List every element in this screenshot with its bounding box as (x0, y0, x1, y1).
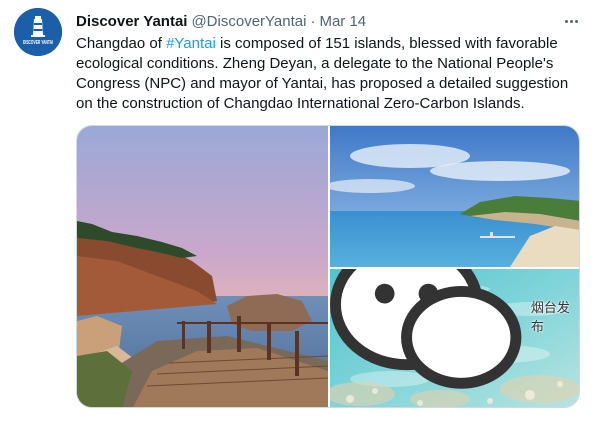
text-segment: ecological conditions. Zheng Deyan, a de… (76, 55, 554, 72)
avatar-lighthouse-icon: DISCOVER YANTAI (14, 8, 62, 56)
text-segment: on the construction of Changdao Internat… (76, 95, 525, 112)
media-grid: 烟台发布 (76, 125, 580, 408)
tweet-text-line: Changdao of #Yantai is composed of 151 i… (76, 34, 586, 54)
wechat-icon (330, 269, 522, 389)
more-icon-dot (574, 19, 578, 23)
text-segment: Congress (NPC) and mayor of Yantai, has … (76, 75, 569, 92)
more-icon-dot (569, 19, 573, 23)
user-handle[interactable]: @DiscoverYantai (191, 13, 306, 30)
watermark-text: 烟台发布 (530, 299, 570, 334)
tweet-date[interactable]: Mar 14 (319, 13, 366, 30)
avatar-text: DISCOVER YANTAI (23, 40, 53, 46)
coastline-image (330, 126, 579, 267)
tweet-header: Discover Yantai @DiscoverYantai · Mar 14 (76, 10, 581, 32)
separator-dot: · (310, 12, 316, 30)
watermark: 烟台发布 (330, 269, 573, 403)
display-name[interactable]: Discover Yantai (76, 13, 187, 30)
photo-coastline[interactable] (330, 126, 579, 267)
tweet-text-line: on the construction of Changdao Internat… (76, 94, 586, 114)
tweet-text-line: ecological conditions. Zheng Deyan, a de… (76, 54, 586, 74)
tweet-text: Changdao of #Yantai is composed of 151 i… (76, 34, 586, 114)
more-icon-dot (564, 19, 568, 23)
boardwalk-image (77, 126, 328, 407)
avatar[interactable]: DISCOVER YANTAI (14, 8, 62, 56)
hashtag-link[interactable]: #Yantai (166, 35, 216, 52)
text-segment: is composed of 151 islands, blessed with… (215, 35, 558, 52)
more-options-button[interactable] (561, 11, 581, 31)
tweet-text-line: Congress (NPC) and mayor of Yantai, has … (76, 74, 586, 94)
photo-boardwalk[interactable] (77, 126, 328, 407)
photo-clear-water[interactable]: 烟台发布 (330, 269, 579, 407)
text-segment: Changdao of (76, 35, 167, 52)
